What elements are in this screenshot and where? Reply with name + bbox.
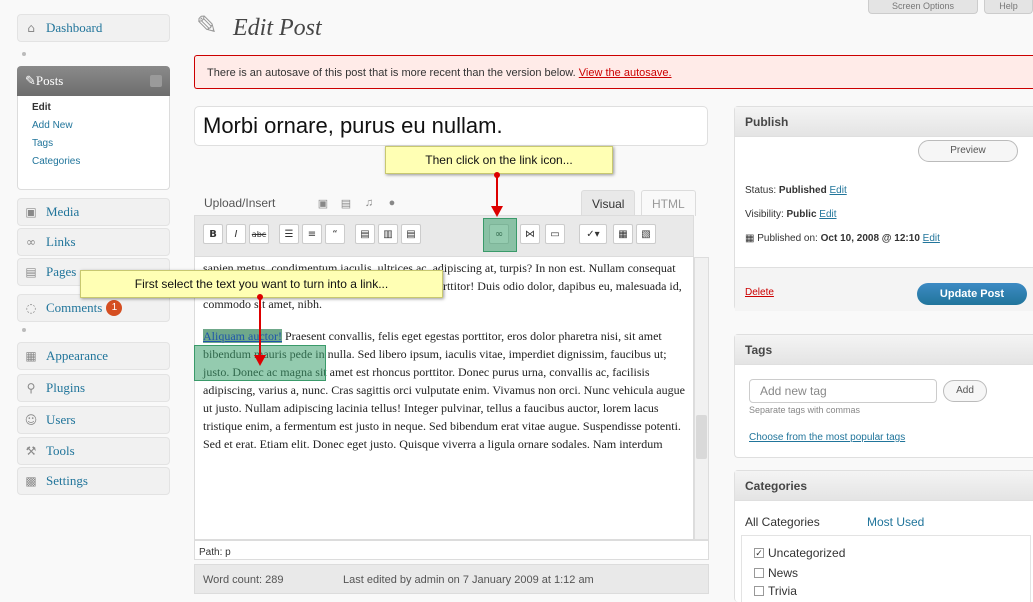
arrow-head — [491, 206, 503, 217]
arrow-head — [254, 355, 266, 366]
tutorial-arrows — [254, 172, 503, 366]
